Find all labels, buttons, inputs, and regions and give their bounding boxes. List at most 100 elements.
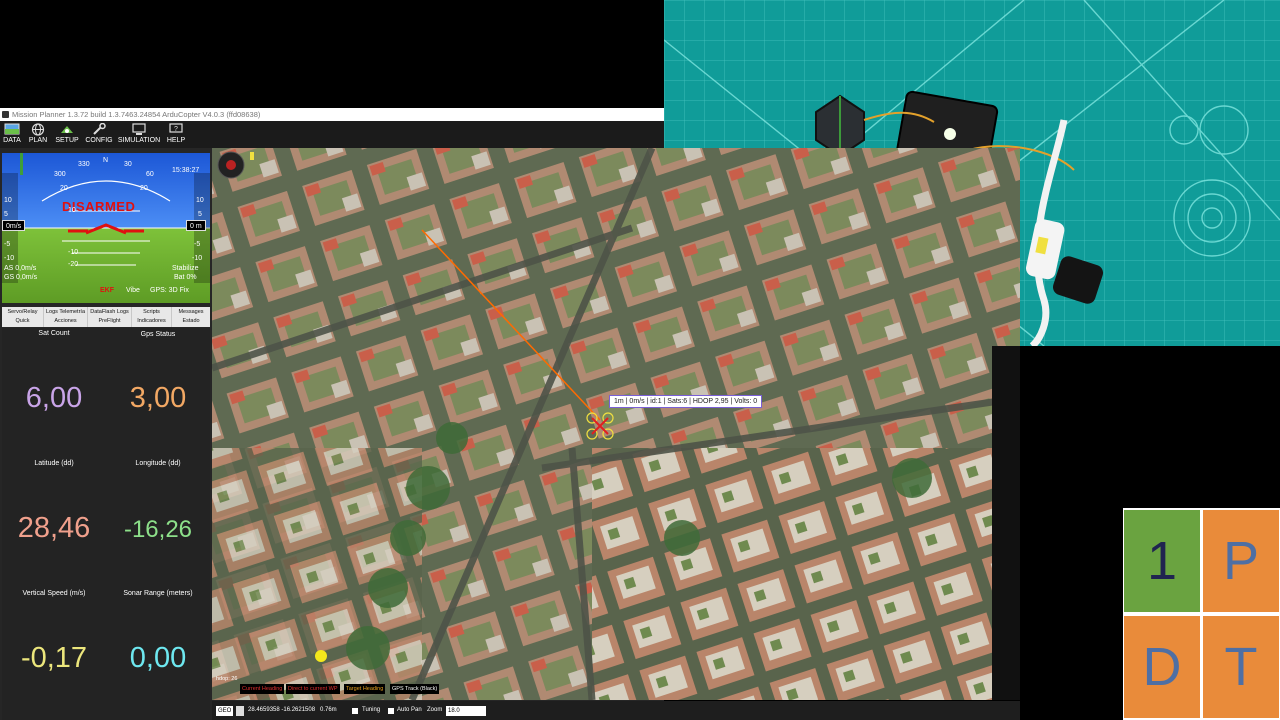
- speed-tick-10: 10: [4, 197, 12, 204]
- speed-tick-minus5: -5: [4, 241, 11, 248]
- hdop-text: hdop: 26: [216, 676, 238, 682]
- groundspeed-text: GS 0,0m/s: [4, 274, 38, 281]
- tab-servo-relay-label: Servo/Relay: [7, 309, 38, 315]
- alt-tick-minus5: -5: [194, 241, 201, 248]
- menu-simulation-label: SIMULATION: [117, 137, 161, 144]
- flight-data-icon: [4, 123, 20, 135]
- tab-logs-label: Logs Telemetría: [45, 309, 86, 315]
- altitude-readout: 0 m: [186, 220, 206, 231]
- main-menu-bar: DATA PLAN SETUP CONFIG SIMULATION ? HELP: [0, 121, 664, 148]
- sat-count-label: Sat Count: [38, 330, 70, 337]
- svg-text:?: ?: [174, 126, 178, 133]
- legend-gps-track: GPS Track (Black): [390, 684, 440, 694]
- tab-messages-label: Messages: [178, 309, 204, 315]
- tab-servo-relay[interactable]: Servo/Relay Quick: [2, 307, 44, 327]
- ekf-status[interactable]: EKF: [100, 287, 114, 294]
- pitch-label-minus10: -10: [68, 249, 79, 256]
- pitch-label-20-right: 20: [140, 185, 148, 192]
- legend-current-heading: Current Heading: [240, 684, 285, 694]
- sat-count-value[interactable]: 6,00: [2, 382, 106, 415]
- tuning-checkbox[interactable]: [352, 708, 358, 714]
- speed-readout: 0m/s: [2, 220, 26, 231]
- globe-icon: [31, 123, 45, 136]
- heading-label-30: 30: [124, 161, 132, 168]
- window-titlebar: Mission Planner 1.3.72 build 1.3.7463.24…: [0, 108, 664, 121]
- chevron-down-icon[interactable]: [236, 706, 244, 716]
- menu-data-label: DATA: [3, 137, 21, 144]
- coords-readout: 28.4659358 -16.2621508: [248, 707, 316, 713]
- gps-status-label: Gps Status: [140, 331, 176, 338]
- app-icon: [2, 111, 9, 118]
- tab-logs-telemetria[interactable]: Logs Telemetría Acciones: [44, 307, 88, 327]
- coords-mode-select[interactable]: GEO: [216, 706, 234, 716]
- map-imagery: [212, 148, 1020, 700]
- tab-estado-label: Estado: [182, 318, 200, 324]
- alt-tick-minus10: -10: [192, 255, 203, 262]
- menu-setup-button[interactable]: SETUP: [53, 123, 81, 147]
- pitch-label-10: 10: [68, 207, 76, 214]
- map-right-gutter: [992, 346, 1020, 700]
- menu-data-button[interactable]: DATA: [2, 123, 22, 147]
- zoom-label: Zoom: [427, 707, 443, 713]
- tab-scripts[interactable]: Scripts Indicadores: [132, 307, 172, 327]
- computer-icon: [132, 123, 146, 135]
- vertical-speed-value[interactable]: -0,17: [2, 642, 106, 675]
- menu-config-button[interactable]: CONFIG: [84, 123, 114, 147]
- legend-direct-wp: Direct to current WP: [286, 684, 340, 694]
- menu-simulation-button[interactable]: SIMULATION: [116, 123, 162, 147]
- hud-panel: DISARMED 20 20 10 -10 -20 300 330 N 30 6…: [2, 153, 210, 303]
- pitch-label-20: 20: [60, 185, 68, 192]
- sonar-range-label: Sonar Range (meters): [123, 590, 193, 597]
- battery-text: Bat 0%: [174, 274, 197, 281]
- setup-icon: [61, 126, 73, 133]
- logo-cell-t: T: [1203, 616, 1279, 718]
- pitch-label-minus20: -20: [68, 261, 79, 268]
- tab-quick-label: Quick: [15, 318, 30, 324]
- legend-target-heading: Target Heading: [344, 684, 386, 694]
- latitude-value[interactable]: 28,46: [2, 512, 106, 545]
- menu-help-label: HELP: [166, 137, 186, 144]
- vertical-speed-label: Vertical Speed (m/s): [22, 590, 86, 597]
- logo-cell-p: P: [1203, 510, 1279, 612]
- tab-dataflash-logs[interactable]: DataFlash Logs PreFlight: [88, 307, 132, 327]
- longitude-value[interactable]: -16,26: [106, 516, 210, 544]
- tuning-label: Tuning: [362, 707, 381, 713]
- longitude-label: Longitude (dd): [135, 460, 181, 467]
- zoom-input[interactable]: 18.0: [446, 706, 486, 716]
- speed-tick-5: 5: [4, 211, 8, 218]
- tab-dataflash-label: DataFlash Logs: [90, 309, 129, 315]
- tab-messages[interactable]: Messages Estado: [172, 307, 210, 327]
- video-frame: pixracer Mission Planner 1.3.72 build 1.…: [0, 0, 1280, 720]
- menu-plan-button[interactable]: PLAN: [26, 123, 50, 147]
- airspeed-text: AS 0,0m/s: [4, 265, 37, 272]
- flight-mode-text: Stabilize: [172, 265, 199, 272]
- autopan-label: Auto Pan: [397, 707, 422, 713]
- drone-info-tooltip: 1m | 0m/s | id:1 | Sats:6 | HDOP 2,95 | …: [609, 395, 763, 408]
- logo-cell-d: D: [1124, 616, 1200, 718]
- vibe-status[interactable]: Vibe: [126, 287, 140, 294]
- flight-data-tabs: Servo/Relay Quick Logs Telemetría Acciones…: [2, 307, 210, 327]
- channel-logo: 1 P D T: [1123, 508, 1280, 720]
- heading-label-n: N: [103, 157, 109, 164]
- menu-help-button[interactable]: ? HELP: [164, 123, 188, 147]
- window-title: Mission Planner 1.3.72 build 1.3.7463.24…: [12, 110, 261, 119]
- satellite-map[interactable]: [212, 148, 1020, 700]
- heading-label-300: 300: [54, 171, 66, 178]
- gps-status-value[interactable]: 3,00: [106, 382, 210, 415]
- alt-tick-10: 10: [196, 197, 204, 204]
- speed-tick-minus10: -10: [4, 255, 15, 262]
- tab-scripts-label: Scripts: [143, 309, 160, 315]
- menu-setup-label: SETUP: [55, 137, 79, 144]
- help-monitor-icon: ?: [169, 123, 183, 133]
- wrench-icon: [93, 123, 106, 135]
- sonar-range-value[interactable]: 0,00: [106, 642, 210, 675]
- tab-indicadores-label: Indicadores: [137, 318, 166, 324]
- latitude-label: Latitude (dd): [34, 460, 74, 467]
- heading-label-60: 60: [146, 171, 154, 178]
- map-status-bar: GEO 28.4659358 -16.2621508 0.76m Tuning …: [212, 701, 1020, 720]
- menu-plan-label: PLAN: [28, 137, 48, 144]
- tab-acciones-label: Acciones: [54, 318, 77, 324]
- autopan-checkbox[interactable]: [388, 708, 394, 714]
- tab-preflight-label: PreFlight: [98, 318, 121, 324]
- menu-config-label: CONFIG: [85, 137, 113, 144]
